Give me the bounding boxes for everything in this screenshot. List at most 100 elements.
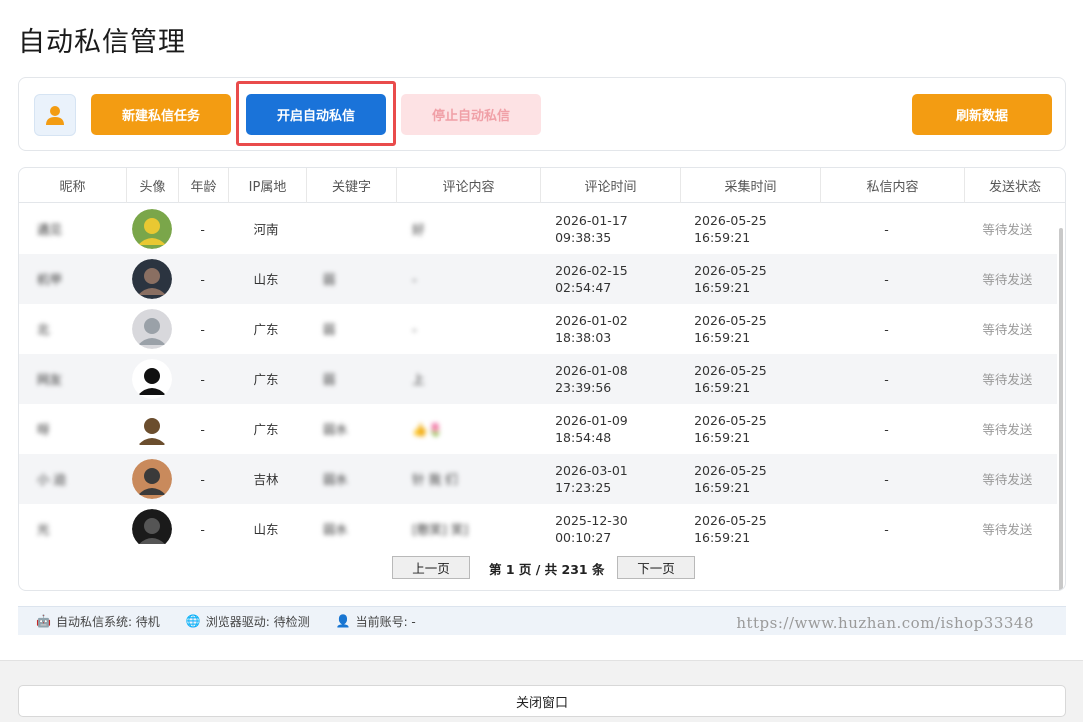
table-body[interactable]: 遇见 - 河南 好 2026-01-17 09:38:35 2026-05-25 16:59:…	[19, 204, 1057, 544]
collect-time-cell: 2026-05-25 16:59:21	[676, 204, 815, 254]
start-auto-message-button[interactable]: 开启自动私信	[246, 94, 386, 135]
message-cell: -	[884, 521, 889, 537]
table-row[interactable]: 网友 - 广东 弱 上 2026-01-08 23:39:56 2026-05-25 16:59…	[19, 354, 1057, 404]
keyword-cell: 弱水	[305, 454, 394, 504]
avatar-cell	[126, 404, 178, 454]
close-window-button[interactable]: 关闭窗口	[18, 685, 1066, 717]
comment-time-cell: 2026-03-01 17:23:25	[537, 454, 676, 504]
avatar	[132, 459, 173, 499]
comment-text: [憨笑] 笑]	[412, 521, 469, 537]
collect-date: 2026-05-25	[694, 513, 767, 528]
age-cell: -	[200, 321, 205, 337]
status-badge: 等待发送	[982, 471, 1033, 487]
person-icon: 👤	[335, 614, 351, 628]
comment-text: 👍🌷	[412, 421, 444, 437]
comment-text: -	[412, 321, 417, 337]
globe-icon: 🌐	[185, 614, 201, 628]
header-age[interactable]: 年龄	[179, 168, 229, 203]
collect-date: 2026-05-25	[694, 413, 767, 428]
table-row[interactable]: 遇见 - 河南 好 2026-01-17 09:38:35 2026-05-25 16:59:…	[19, 204, 1057, 254]
status-bar: 🤖 自动私信系统: 待机 🌐 浏览器驱动: 待检测 👤 当前账号: - http…	[18, 606, 1066, 635]
header-avatar[interactable]: 头像	[127, 168, 179, 203]
comment-cell: 针 我 们	[394, 454, 537, 504]
keyword-cell: 弱水	[305, 404, 394, 454]
comment-time-cell: 2026-01-09 18:54:48	[537, 404, 676, 454]
header-status[interactable]: 发送状态	[965, 168, 1065, 203]
comment-date: 2026-03-01	[555, 463, 628, 478]
keyword-cell: 弱	[305, 304, 394, 354]
next-page-button[interactable]: 下一页	[617, 556, 695, 579]
message-cell: -	[884, 221, 889, 237]
header-nickname[interactable]: 昵称	[19, 168, 127, 203]
keyword-cell: 弱	[305, 254, 394, 304]
data-table-panel: 昵称 头像 年龄 IP属地 关键字 评论内容 评论时间 采集时间 私信内容 发送…	[18, 167, 1066, 591]
system-status-text: 自动私信系统: 待机	[55, 614, 160, 629]
comment-date: 2026-01-08	[555, 363, 628, 378]
table-row[interactable]: 北 - 广东 弱 - 2026-01-02 18:38:03 2026-05-25 16:59:…	[19, 304, 1057, 354]
avatar	[132, 359, 173, 399]
comment-text: 针 我 们	[412, 471, 458, 487]
message-cell: -	[884, 271, 889, 287]
header-message[interactable]: 私信内容	[821, 168, 965, 203]
ip-cell: 河南	[253, 221, 279, 237]
comment-cell: -	[394, 254, 537, 304]
comment-time-cell: 2026-02-15 02:54:47	[537, 254, 676, 304]
footer: 关闭窗口	[0, 660, 1083, 722]
keyword-text: 弱水	[322, 471, 348, 487]
account-status-text: 当前账号: -	[355, 614, 416, 629]
status-badge: 等待发送	[982, 221, 1033, 237]
status-badge: 等待发送	[982, 521, 1033, 537]
comment-date: 2026-01-02	[555, 313, 628, 328]
nickname-text: 遇见	[37, 221, 63, 237]
account-avatar-button[interactable]	[34, 94, 76, 136]
age-cell: -	[200, 521, 205, 537]
comment-time-cell: 2026-01-02 18:38:03	[537, 304, 676, 354]
comment-text: 好	[412, 221, 425, 237]
comment-clock: 17:23:25	[555, 480, 612, 495]
table-row[interactable]: 光 - 山东 弱水 [憨笑] 笑] 2025-12-30 00:10:27 2026-05-2…	[19, 504, 1057, 544]
header-comment-time[interactable]: 评论时间	[541, 168, 681, 203]
collect-clock: 16:59:21	[694, 280, 751, 295]
header-ip[interactable]: IP属地	[229, 168, 307, 203]
pager: 上一页 第 1 页 / 共 231 条 下一页	[19, 556, 1065, 580]
collect-clock: 16:59:21	[694, 330, 751, 345]
prev-page-button[interactable]: 上一页	[392, 556, 470, 579]
collect-time-cell: 2026-05-25 16:59:21	[676, 354, 815, 404]
nickname-cell: 呀	[19, 404, 126, 454]
header-keyword[interactable]: 关键字	[307, 168, 397, 203]
collect-time-cell: 2026-05-25 16:59:21	[676, 404, 815, 454]
keyword-text: 弱水	[322, 421, 348, 437]
status-badge: 等待发送	[982, 321, 1033, 337]
collect-clock: 16:59:21	[694, 380, 751, 395]
collect-clock: 16:59:21	[694, 230, 751, 245]
header-comment[interactable]: 评论内容	[397, 168, 541, 203]
keyword-text: 弱	[322, 371, 336, 387]
table-row[interactable]: 呀 - 广东 弱水 👍🌷 2026-01-09 18:54:48 2026-05-25 16:5…	[19, 404, 1057, 454]
status-badge: 等待发送	[982, 271, 1033, 287]
account-status: 👤 当前账号: -	[336, 613, 416, 630]
status-badge: 等待发送	[982, 371, 1033, 387]
header-collect-time[interactable]: 采集时间	[681, 168, 821, 203]
comment-time-cell: 2025-12-30 00:10:27	[537, 504, 676, 544]
comment-clock: 18:38:03	[555, 330, 612, 345]
nickname-cell: 北	[19, 304, 126, 354]
comment-cell: 上	[394, 354, 537, 404]
nickname-text: 机甲	[37, 271, 63, 287]
table-row[interactable]: 小 迫 - 吉林 弱水 针 我 们 2026-03-01 17:23:25 2026-05-2…	[19, 454, 1057, 504]
age-cell: -	[200, 371, 205, 387]
age-cell: -	[200, 421, 205, 437]
age-cell: -	[200, 221, 205, 237]
refresh-data-button[interactable]: 刷新数据	[912, 94, 1052, 135]
new-task-button[interactable]: 新建私信任务	[91, 94, 231, 135]
watermark: https://www.huzhan.com/ishop33348	[736, 614, 1034, 632]
table-row[interactable]: 机甲 - 山东 弱 - 2026-02-15 02:54:47 2026-05-25 16:59…	[19, 254, 1057, 304]
message-cell: -	[884, 471, 889, 487]
nickname-cell: 机甲	[19, 254, 126, 304]
message-cell: -	[884, 371, 889, 387]
nickname-text: 光	[37, 521, 50, 537]
ip-cell: 山东	[253, 521, 279, 537]
nickname-cell: 小 迫	[19, 454, 126, 504]
stop-auto-message-button[interactable]: 停止自动私信	[401, 94, 541, 135]
avatar-cell	[126, 254, 178, 304]
table-scrollbar[interactable]	[1059, 228, 1063, 590]
